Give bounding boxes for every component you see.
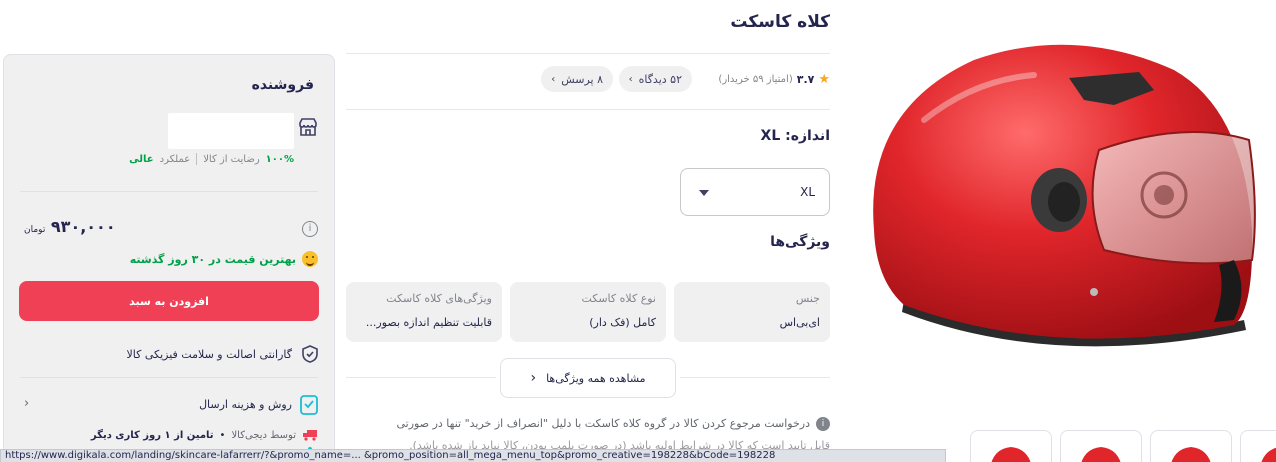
- feature-value: ای‌بی‌اس: [779, 316, 820, 329]
- satisfaction-label: رضایت از کالا: [203, 153, 260, 165]
- info-icon[interactable]: i: [302, 221, 318, 237]
- bullet: •: [219, 429, 226, 441]
- thumbnail[interactable]: [1060, 430, 1142, 462]
- product-gallery: [846, 0, 1276, 462]
- product-info: کلاه کاسکت ★ ۳.۷ (امتیاز ۵۹ خریدار) ۵۲ د…: [346, 0, 830, 462]
- thumbnail[interactable]: [1150, 430, 1232, 462]
- add-to-cart-button[interactable]: افزودن به سبد: [19, 281, 319, 321]
- shield-check-icon: [302, 345, 318, 363]
- performance-label: عملکرد: [159, 153, 191, 165]
- rating: ★ ۳.۷ (امتیاز ۵۹ خریدار): [718, 72, 830, 87]
- questions-link[interactable]: ۸ پرسش ›: [541, 66, 613, 92]
- seller-title: فروشنده: [251, 77, 314, 93]
- feature-card: نوع کلاه کاسکت کامل (فک دار): [510, 282, 666, 342]
- currency: تومان: [24, 225, 46, 235]
- feature-key: جنس: [795, 292, 820, 305]
- smile-icon: [302, 251, 318, 267]
- reviews-link[interactable]: ۵۲ دیدگاه ›: [618, 66, 692, 92]
- seller-name-link[interactable]: [168, 113, 294, 149]
- browser-status-bar: https://www.digikala.com/landing/skincar…: [0, 449, 946, 462]
- rating-value: ۳.۷: [796, 73, 815, 86]
- divider: [680, 377, 830, 378]
- feature-card: جنس ای‌بی‌اس: [674, 282, 830, 342]
- product-meta: ★ ۳.۷ (امتیاز ۵۹ خریدار) ۵۲ دیدگاه › ۸ پ…: [346, 66, 830, 94]
- thumbnail-strip: [966, 430, 1276, 462]
- feature-key: نوع کلاه کاسکت: [581, 292, 656, 305]
- chevron-left-icon: ›: [628, 73, 633, 85]
- reviews-label: ۵۲ دیدگاه: [638, 72, 682, 86]
- rating-count: (امتیاز ۵۹ خریدار): [718, 74, 793, 85]
- chevron-left-icon: ‹: [24, 396, 30, 411]
- notice-line: درخواست مرجوع کردن کالا در گروه کلاه کاس…: [396, 417, 810, 430]
- truck-icon: [303, 430, 317, 441]
- info-icon: i: [816, 417, 830, 431]
- divider: [346, 109, 830, 110]
- delivery-info: توسط دیجی‌کالا • تامین از ۱ روز کاری دیگ…: [91, 429, 318, 441]
- separator: [196, 153, 198, 165]
- truck-box-icon: [300, 395, 318, 415]
- star-icon: ★: [818, 72, 830, 87]
- size-label: اندازه: XL: [760, 128, 830, 144]
- all-features-label: مشاهده همه ویژگی‌ها: [546, 371, 646, 385]
- guarantee-text: گارانتی اصالت و سلامت فیزیکی کالا: [126, 347, 293, 361]
- divider: [20, 191, 318, 192]
- divider: [346, 53, 830, 54]
- product-image[interactable]: [854, 30, 1274, 360]
- feature-card: ویژگی‌های کلاه کاسکت قابلیت تنظیم اندازه…: [346, 282, 502, 342]
- caret-down-icon: [699, 190, 709, 196]
- size-dropdown[interactable]: XL: [680, 168, 830, 216]
- best-price-text: بهترین قیمت در ۳۰ روز گذشته: [129, 252, 296, 266]
- shop-icon: [299, 118, 317, 136]
- satisfaction-percent: ۱۰۰%: [265, 153, 294, 165]
- seller-stats: ۱۰۰% رضایت از کالا عملکرد عالی: [129, 153, 294, 165]
- feature-value: کامل (فک دار): [589, 316, 656, 329]
- delivery-sender: توسط دیجی‌کالا: [231, 429, 296, 441]
- price-value: ۹۳۰,۰۰۰: [50, 217, 116, 236]
- feature-key: ویژگی‌های کلاه کاسکت: [386, 292, 492, 305]
- product-title: کلاه کاسکت: [730, 12, 830, 32]
- features-title: ویژگی‌ها: [770, 234, 830, 250]
- performance-value: عالی: [129, 153, 154, 165]
- size-selected-value: XL: [800, 185, 815, 199]
- delivery-time: تامین از ۱ روز کاری دیگر: [90, 429, 214, 441]
- all-features-button[interactable]: مشاهده همه ویژگی‌ها ‹: [500, 358, 676, 398]
- chevron-left-icon: ‹: [530, 370, 537, 386]
- feature-value: قابلیت تنظیم اندازه بصور...: [365, 316, 492, 329]
- guarantee: گارانتی اصالت و سلامت فیزیکی کالا: [127, 345, 319, 363]
- thumbnail[interactable]: [1240, 430, 1276, 462]
- divider: [20, 377, 318, 378]
- chevron-left-icon: ›: [551, 73, 556, 85]
- return-policy-notice: i درخواست مرجوع کردن کالا در گروه کلاه ک…: [346, 414, 830, 454]
- buy-box: فروشنده ۱۰۰% رضایت از کالا عملکرد عالی i…: [3, 54, 335, 462]
- price: ۹۳۰,۰۰۰ تومان: [20, 217, 116, 236]
- questions-label: ۸ پرسش: [561, 72, 603, 86]
- divider: [346, 377, 496, 378]
- shipping-method-link[interactable]: روش و هزینه ارسال ‹: [20, 395, 318, 417]
- shipping-label: روش و هزینه ارسال: [199, 398, 292, 411]
- thumbnail[interactable]: [970, 430, 1052, 462]
- best-price-badge: بهترین قیمت در ۳۰ روز گذشته: [130, 251, 318, 267]
